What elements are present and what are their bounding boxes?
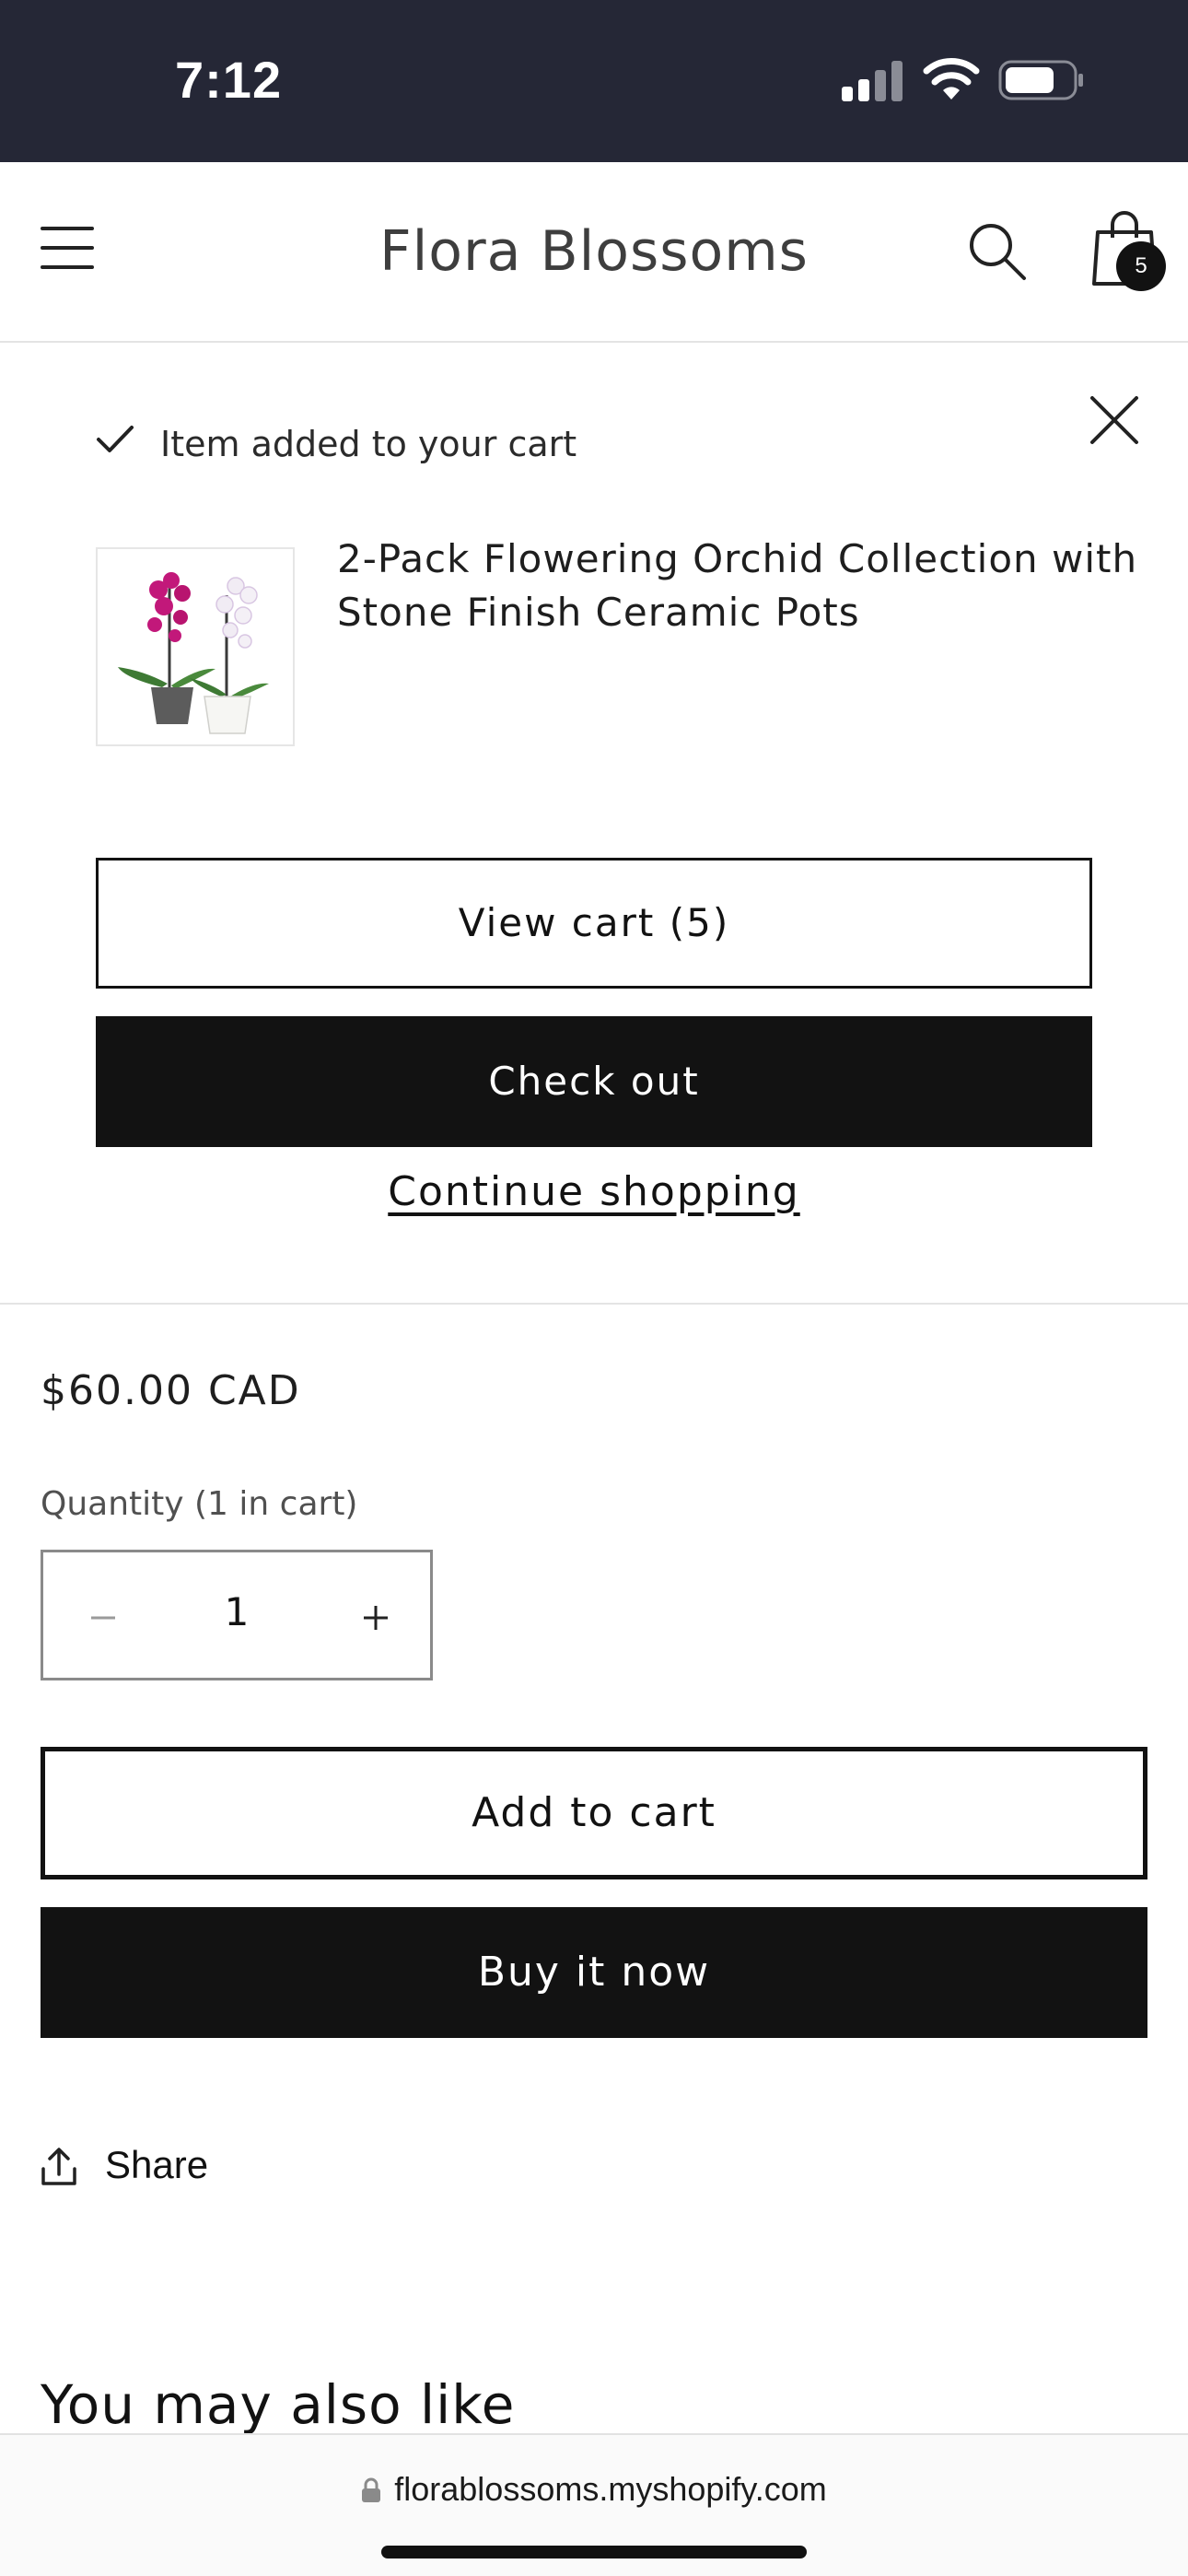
- product-price: $60.00 CAD: [41, 1367, 301, 1414]
- quantity-label: Quantity (1 in cart): [41, 1485, 358, 1523]
- orchid-image: [118, 572, 269, 734]
- url-text: florablossoms.myshopify.com: [394, 2470, 827, 2508]
- browser-address-bar: florablossoms.myshopify.com: [0, 2433, 1188, 2576]
- battery-icon: [998, 60, 1083, 100]
- status-bar: 7:12: [0, 0, 1188, 162]
- close-icon[interactable]: [1087, 392, 1142, 448]
- status-time: 7:12: [175, 51, 283, 109]
- cellular-signal-icon: [842, 61, 903, 101]
- quantity-input[interactable]: 1: [154, 1589, 320, 1634]
- site-header: Flora Blossoms 5: [0, 162, 1188, 343]
- url-row[interactable]: florablossoms.myshopify.com: [0, 2470, 1188, 2509]
- view-cart-button[interactable]: View cart (5): [96, 858, 1092, 989]
- added-message: Item added to your cart: [160, 424, 577, 464]
- product-name: 2-Pack Flowering Orchid Collection with …: [337, 536, 1138, 635]
- checkmark-icon: [97, 426, 134, 452]
- continue-shopping-link[interactable]: Continue shopping: [388, 1168, 799, 1215]
- buy-now-button[interactable]: Buy it now: [41, 1907, 1147, 2038]
- product-thumbnail: [96, 547, 295, 746]
- cart-count-badge: 5: [1116, 241, 1166, 291]
- search-icon[interactable]: [965, 219, 1030, 284]
- cart-notification: Item added to your cart 2-Pack Flowering…: [0, 343, 1188, 1305]
- share-label: Share: [105, 2143, 209, 2186]
- plus-icon[interactable]: [344, 1586, 408, 1650]
- wifi-icon: [923, 58, 980, 100]
- home-indicator[interactable]: [381, 2546, 807, 2558]
- minus-icon[interactable]: [71, 1586, 135, 1650]
- quantity-stepper: 1: [41, 1550, 433, 1680]
- recommendations-heading: You may also like: [41, 2373, 516, 2436]
- share-icon: [41, 2148, 76, 2185]
- continue-shopping-row: Continue shopping: [0, 1168, 1188, 1215]
- lock-icon: [362, 2477, 381, 2502]
- add-to-cart-button[interactable]: Add to cart: [41, 1747, 1147, 1879]
- checkout-button[interactable]: Check out: [96, 1016, 1092, 1147]
